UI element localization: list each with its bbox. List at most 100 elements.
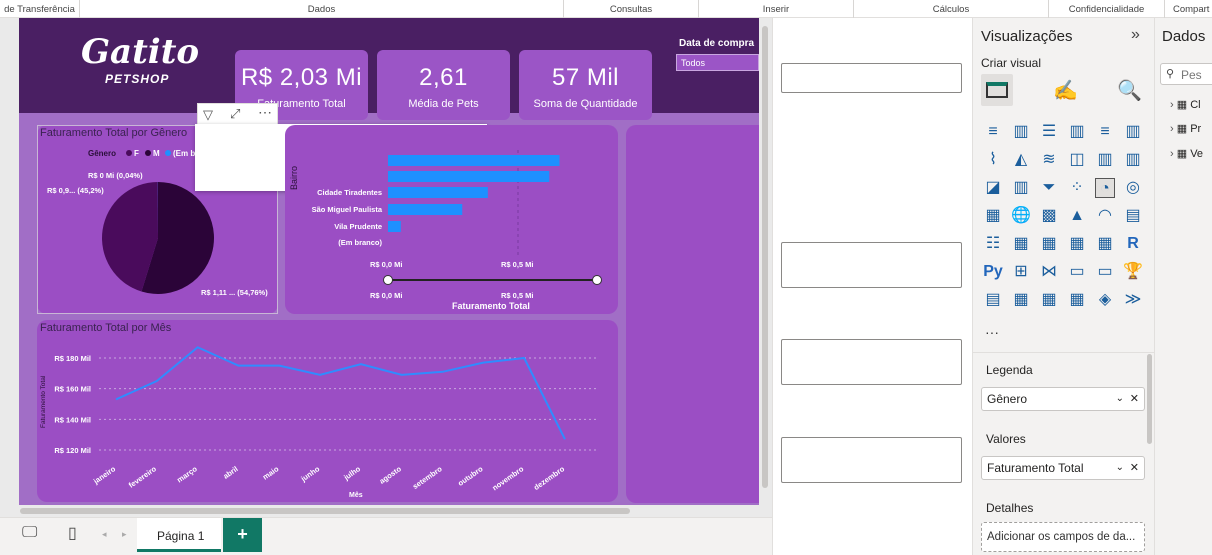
filter-card[interactable] bbox=[781, 437, 962, 483]
visual-type-icon[interactable]: ≡ bbox=[983, 122, 1003, 142]
filter-card[interactable] bbox=[781, 242, 962, 288]
focus-mode-icon[interactable]: ⤢ bbox=[230, 106, 240, 122]
well-detalhes-dropzone[interactable]: Adicionar os campos de da... bbox=[981, 522, 1145, 552]
remove-field-icon[interactable]: ✕ bbox=[1130, 388, 1139, 410]
visual-type-icon[interactable]: ▭ bbox=[1067, 262, 1087, 282]
bar-chart[interactable]: Cidade Tiradentes São Miguel Paulista Vila… bbox=[285, 125, 618, 314]
visual-type-icon[interactable]: ▦ bbox=[1011, 234, 1031, 254]
viz-pane-scrollbar[interactable] bbox=[1147, 354, 1152, 444]
bar-tick-label: R$ 0,5 Mi bbox=[501, 260, 534, 269]
table-item[interactable]: › ▦ Cl bbox=[1170, 98, 1201, 111]
visual-type-icon[interactable]: ⏷ bbox=[1039, 178, 1059, 198]
visual-type-icon[interactable]: ⊞ bbox=[1011, 262, 1031, 282]
bar-3[interactable] bbox=[388, 204, 463, 215]
tab-prev-icon[interactable]: ◂ bbox=[102, 529, 107, 540]
ribbon-group-calculos[interactable]: Cálculos bbox=[854, 0, 1049, 18]
visual-type-icon[interactable]: ▩ bbox=[1039, 206, 1059, 226]
visual-type-icon[interactable]: ▤ bbox=[1123, 206, 1143, 226]
visual-type-icon[interactable]: ☰ bbox=[1039, 122, 1059, 142]
add-page-button[interactable]: + bbox=[223, 518, 262, 552]
visual-type-icon[interactable]: ◔ bbox=[1095, 178, 1115, 198]
visual-type-icon[interactable]: ◫ bbox=[1067, 150, 1087, 170]
empty-card[interactable] bbox=[626, 125, 759, 503]
slicer-dropdown[interactable]: Todos bbox=[676, 54, 759, 71]
mobile-layout-icon[interactable]: ▯ bbox=[68, 523, 77, 543]
visual-type-icon[interactable]: ◪ bbox=[983, 178, 1003, 198]
more-visuals-icon[interactable]: ··· bbox=[985, 324, 999, 340]
visual-type-icon[interactable]: ⁘ bbox=[1067, 178, 1087, 198]
desktop-layout-icon[interactable]: 🖵 bbox=[22, 524, 37, 542]
analytics-icon[interactable]: 🔍 bbox=[1117, 78, 1142, 103]
build-visual-icon[interactable] bbox=[981, 74, 1013, 106]
bar-4[interactable] bbox=[388, 221, 401, 232]
visual-type-icon[interactable]: ◈ bbox=[1095, 290, 1115, 310]
visual-type-icon[interactable]: ◭ bbox=[1011, 150, 1031, 170]
visual-type-icon[interactable]: ⌇ bbox=[983, 150, 1003, 170]
bar-2[interactable] bbox=[388, 187, 488, 198]
filter-icon[interactable]: ▽ bbox=[203, 107, 213, 123]
visual-type-icon[interactable]: 🌐 bbox=[1011, 206, 1031, 226]
visual-type-icon[interactable]: ▦ bbox=[1067, 290, 1087, 310]
line-chart[interactable]: R$ 120 Mil R$ 140 Mil R$ 160 Mil R$ 180 Mil… bbox=[37, 320, 618, 502]
remove-field-icon[interactable]: ✕ bbox=[1130, 457, 1139, 479]
visual-type-icon[interactable]: 🏆 bbox=[1123, 262, 1143, 282]
table-item[interactable]: › ▦ Pr bbox=[1170, 122, 1201, 135]
bar-1[interactable] bbox=[388, 171, 550, 182]
well-legenda-field[interactable]: Gênero ⌄ ✕ bbox=[981, 387, 1145, 411]
visual-type-icon[interactable]: ▲ bbox=[1067, 206, 1087, 226]
visual-type-icon[interactable]: R bbox=[1123, 234, 1143, 254]
chevron-down-icon[interactable]: ⌄ bbox=[1116, 388, 1124, 410]
well-valores-field[interactable]: Faturamento Total ⌄ ✕ bbox=[981, 456, 1145, 480]
horizontal-scrollbar[interactable] bbox=[20, 508, 630, 514]
bar-0[interactable] bbox=[388, 155, 560, 166]
slider-tick-label: R$ 0,0 Mi bbox=[370, 291, 403, 300]
visual-type-icon[interactable]: ☷ bbox=[983, 234, 1003, 254]
ribbon-group-confidencialidade[interactable]: Confidencialidade bbox=[1049, 0, 1165, 18]
format-visual-icon[interactable]: ✍ bbox=[1053, 78, 1078, 103]
filter-card[interactable] bbox=[781, 339, 962, 385]
chevron-right-icon[interactable]: › bbox=[1170, 123, 1174, 135]
visual-type-icon[interactable]: ▤ bbox=[983, 290, 1003, 310]
visual-type-icon[interactable]: ▦ bbox=[1039, 234, 1059, 254]
visual-type-icon[interactable]: ▥ bbox=[1011, 178, 1031, 198]
visual-type-icon[interactable]: ◠ bbox=[1095, 206, 1115, 226]
visual-type-icon[interactable]: ▦ bbox=[983, 206, 1003, 226]
visual-type-icon[interactable]: ▦ bbox=[1067, 234, 1087, 254]
data-search-input[interactable]: ⚲ Pes bbox=[1160, 63, 1212, 85]
visual-type-icon[interactable]: ≫ bbox=[1123, 290, 1143, 310]
collapse-pane-icon[interactable]: » bbox=[1131, 26, 1140, 44]
visual-type-icon[interactable]: ▦ bbox=[1039, 290, 1059, 310]
ribbon-group-dados[interactable]: Dados bbox=[80, 0, 564, 18]
pie-chart[interactable] bbox=[100, 180, 216, 296]
vertical-scrollbar[interactable] bbox=[760, 26, 770, 488]
ribbon-group-clipboard[interactable]: de Transferência bbox=[0, 0, 80, 18]
ribbon-group-consultas[interactable]: Consultas bbox=[564, 0, 699, 18]
visual-type-icon[interactable]: Py bbox=[983, 262, 1003, 282]
visual-type-icon[interactable]: ▥ bbox=[1123, 122, 1143, 142]
filter-card[interactable] bbox=[781, 63, 962, 93]
visual-type-icon[interactable]: ≋ bbox=[1039, 150, 1059, 170]
ribbon-group-inserir[interactable]: Inserir bbox=[699, 0, 854, 18]
visual-type-icon[interactable]: ▥ bbox=[1067, 122, 1087, 142]
visual-type-icon[interactable]: ≡ bbox=[1095, 122, 1115, 142]
line-series[interactable] bbox=[115, 346, 566, 440]
tab-next-icon[interactable]: ▸ bbox=[122, 529, 127, 540]
tab-pagina-1[interactable]: Página 1 bbox=[137, 518, 221, 552]
chevron-down-icon[interactable]: ⌄ bbox=[1116, 457, 1124, 479]
visual-type-icon[interactable]: ▦ bbox=[1095, 234, 1115, 254]
more-options-icon[interactable]: ⋯ bbox=[258, 104, 272, 121]
zoom-slider-track[interactable] bbox=[388, 279, 597, 281]
visual-type-icon[interactable]: ▥ bbox=[1123, 150, 1143, 170]
chevron-right-icon[interactable]: › bbox=[1170, 148, 1174, 160]
visual-type-icon[interactable]: ▥ bbox=[1011, 122, 1031, 142]
visual-type-icon[interactable]: ◎ bbox=[1123, 178, 1143, 198]
zoom-slider-handle[interactable] bbox=[383, 275, 393, 285]
table-item[interactable]: › ▦ Ve bbox=[1170, 147, 1203, 160]
ribbon-group-compartilhar[interactable]: Compart bbox=[1165, 0, 1212, 18]
visual-type-icon[interactable]: ▥ bbox=[1095, 150, 1115, 170]
zoom-slider-handle[interactable] bbox=[592, 275, 602, 285]
visual-type-icon[interactable]: ▭ bbox=[1095, 262, 1115, 282]
visual-type-icon[interactable]: ▦ bbox=[1011, 290, 1031, 310]
visual-type-icon[interactable]: ⋈ bbox=[1039, 262, 1059, 282]
chevron-right-icon[interactable]: › bbox=[1170, 99, 1174, 111]
